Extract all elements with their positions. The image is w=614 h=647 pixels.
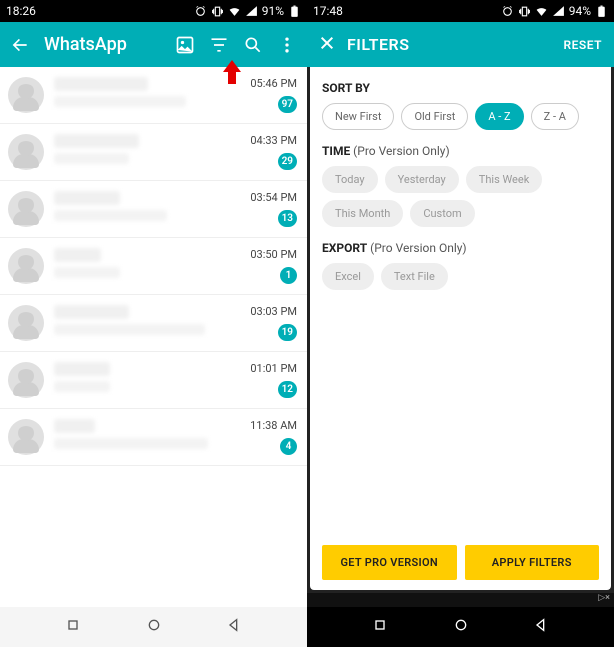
chat-text <box>54 419 242 449</box>
chat-row[interactable]: 03:03 PM 19 <box>0 295 307 352</box>
signal-icon <box>552 5 565 18</box>
chat-row[interactable]: 11:38 AM 4 <box>0 409 307 466</box>
battery-text: 94% <box>569 4 591 18</box>
chat-time: 03:50 PM <box>250 248 297 261</box>
chat-row[interactable]: 04:33 PM 29 <box>0 124 307 181</box>
nav-back-icon[interactable] <box>226 617 242 637</box>
wifi-icon <box>228 5 241 18</box>
chat-text <box>54 305 242 335</box>
chat-text <box>54 191 242 221</box>
ad-strip[interactable] <box>307 593 614 607</box>
filter-header: FILTERS RESET <box>307 22 614 67</box>
export-chip: Text File <box>381 263 448 290</box>
status-time: 17:48 <box>313 4 343 18</box>
chat-row[interactable]: 01:01 PM 12 <box>0 352 307 409</box>
sort-label: SORT BY <box>322 81 599 95</box>
unread-badge: 97 <box>278 96 297 113</box>
phone-right: 17:48 94% FILTERS RESET SORT BY New Firs… <box>307 0 614 647</box>
avatar <box>8 77 44 113</box>
chat-time: 04:33 PM <box>250 134 297 147</box>
sort-chip[interactable]: Z - A <box>531 103 579 130</box>
nav-home-icon[interactable] <box>453 617 469 637</box>
avatar <box>8 305 44 341</box>
get-pro-button[interactable]: GET PRO VERSION <box>322 545 457 580</box>
chat-text <box>54 134 242 164</box>
time-chip: This Month <box>322 200 403 227</box>
app-title: WhatsApp <box>44 34 161 55</box>
sort-chipset: New First Old First A - Z Z - A <box>322 103 599 130</box>
export-chip: Excel <box>322 263 374 290</box>
time-chipset: Today Yesterday This Week This Month Custom <box>322 166 599 227</box>
avatar <box>8 419 44 455</box>
unread-badge: 1 <box>280 267 297 284</box>
chat-list[interactable]: 05:46 PM9704:33 PM2903:54 PM1303:50 PM10… <box>0 67 307 607</box>
status-icons: 91% <box>194 4 301 18</box>
apply-filters-button[interactable]: APPLY FILTERS <box>465 545 600 580</box>
filter-body: SORT BY New First Old First A - Z Z - A TIM… <box>310 67 611 590</box>
nav-back-icon[interactable] <box>533 617 549 637</box>
avatar <box>8 191 44 227</box>
time-chip: Custom <box>410 200 474 227</box>
reset-button[interactable]: RESET <box>564 38 602 52</box>
unread-badge: 13 <box>278 210 297 227</box>
unread-badge: 4 <box>280 438 297 455</box>
nav-bar <box>307 607 614 647</box>
vibrate-icon <box>211 5 224 18</box>
chat-time: 05:46 PM <box>250 77 297 90</box>
battery-icon <box>288 5 301 18</box>
app-bar: WhatsApp <box>0 22 307 67</box>
phone-left: 18:26 91% WhatsApp 05:46 PM9704:33 <box>0 0 307 647</box>
close-icon[interactable] <box>319 35 335 55</box>
nav-recent-icon[interactable] <box>65 617 81 637</box>
chat-row[interactable]: 05:46 PM 97 <box>0 67 307 124</box>
status-icons: 94% <box>501 4 608 18</box>
unread-badge: 19 <box>278 324 297 341</box>
chat-text <box>54 362 242 392</box>
avatar <box>8 362 44 398</box>
unread-badge: 29 <box>278 153 297 170</box>
status-time: 18:26 <box>6 4 36 18</box>
gallery-icon[interactable] <box>175 35 195 55</box>
time-label: TIME (Pro Version Only) <box>322 144 599 158</box>
back-icon[interactable] <box>10 35 30 55</box>
time-chip: Yesterday <box>385 166 459 193</box>
export-label: EXPORT (Pro Version Only) <box>322 241 599 255</box>
status-bar: 18:26 91% <box>0 0 307 22</box>
filter-title: FILTERS <box>347 35 552 54</box>
sort-chip[interactable]: A - Z <box>475 103 523 130</box>
chat-row[interactable]: 03:50 PM 1 <box>0 238 307 295</box>
nav-home-icon[interactable] <box>146 617 162 637</box>
chat-text <box>54 248 242 278</box>
alarm-icon <box>501 5 514 18</box>
more-icon[interactable] <box>277 35 297 55</box>
battery-icon <box>595 5 608 18</box>
filter-icon[interactable] <box>209 35 229 55</box>
avatar <box>8 248 44 284</box>
chat-time: 01:01 PM <box>250 362 297 375</box>
chat-text <box>54 77 242 107</box>
sort-chip[interactable]: Old First <box>401 103 468 130</box>
time-chip: This Week <box>466 166 543 193</box>
status-bar: 17:48 94% <box>307 0 614 22</box>
chat-time: 11:38 AM <box>250 419 297 432</box>
time-chip: Today <box>322 166 378 193</box>
pointer-arrow-icon <box>223 60 241 84</box>
export-chipset: Excel Text File <box>322 263 599 290</box>
avatar <box>8 134 44 170</box>
sort-chip[interactable]: New First <box>322 103 394 130</box>
wifi-icon <box>535 5 548 18</box>
chat-time: 03:03 PM <box>250 305 297 318</box>
alarm-icon <box>194 5 207 18</box>
battery-text: 91% <box>262 4 284 18</box>
nav-recent-icon[interactable] <box>372 617 388 637</box>
unread-badge: 12 <box>278 381 297 398</box>
filter-actions: GET PRO VERSION APPLY FILTERS <box>322 545 599 580</box>
chat-row[interactable]: 03:54 PM 13 <box>0 181 307 238</box>
signal-icon <box>245 5 258 18</box>
search-icon[interactable] <box>243 35 263 55</box>
vibrate-icon <box>518 5 531 18</box>
nav-bar <box>0 607 307 647</box>
chat-time: 03:54 PM <box>250 191 297 204</box>
